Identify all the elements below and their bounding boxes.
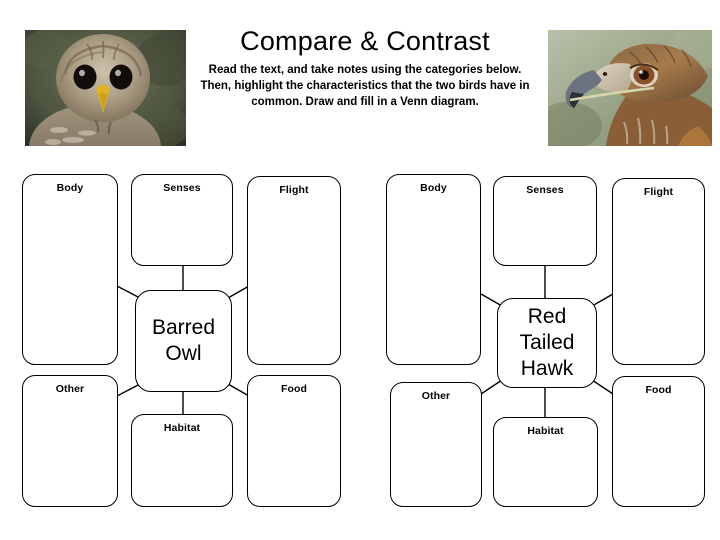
red-tailed-hawk-center-label: Red Tailed Hawk bbox=[519, 305, 575, 380]
barred-owl-flight-box[interactable]: Flight bbox=[247, 176, 341, 365]
red-tailed-hawk-flight-label: Flight bbox=[643, 186, 674, 198]
red-tailed-hawk-habitat-label: Habitat bbox=[527, 425, 564, 437]
barred-owl-center-box[interactable]: Barred Owl bbox=[135, 290, 232, 392]
page-title: Compare & Contrast bbox=[240, 26, 490, 56]
barred-owl-body-box[interactable]: Body bbox=[22, 174, 118, 365]
red-tailed-hawk-senses-box[interactable]: Senses bbox=[493, 176, 597, 266]
red-tailed-hawk-body-label: Body bbox=[420, 182, 447, 194]
red-tailed-hawk-other-box[interactable]: Other bbox=[390, 382, 482, 507]
worksheet-canvas: Compare & Contrast Read the text, and ta… bbox=[0, 0, 720, 540]
red-tailed-hawk-habitat-box[interactable]: Habitat bbox=[493, 417, 598, 507]
red-tailed-hawk-senses-label: Senses bbox=[526, 184, 564, 196]
red-tailed-hawk-food-box[interactable]: Food bbox=[612, 376, 705, 507]
barred-owl-center-label: Barred Owl bbox=[151, 316, 216, 365]
barred-owl-senses-box[interactable]: Senses bbox=[131, 174, 233, 266]
red-tailed-hawk-body-box[interactable]: Body bbox=[386, 174, 481, 365]
barred-owl-food-label: Food bbox=[280, 383, 308, 395]
barred-owl-habitat-box[interactable]: Habitat bbox=[131, 414, 233, 507]
red-tailed-hawk-center-box[interactable]: Red Tailed Hawk bbox=[497, 298, 597, 388]
barred-owl-food-box[interactable]: Food bbox=[247, 375, 341, 507]
red-tailed-hawk-photo bbox=[548, 30, 712, 146]
instructions-text: Read the text, and take notes using the … bbox=[200, 64, 530, 108]
barred-owl-other-box[interactable]: Other bbox=[22, 375, 118, 507]
barred-owl-other-label: Other bbox=[55, 383, 85, 395]
barred-owl-flight-label: Flight bbox=[279, 184, 309, 196]
barred-owl-body-label: Body bbox=[56, 182, 84, 194]
barred-owl-habitat-label: Habitat bbox=[163, 422, 201, 434]
red-tailed-hawk-other-label: Other bbox=[421, 390, 451, 402]
barred-owl-photo bbox=[25, 30, 186, 146]
red-tailed-hawk-food-label: Food bbox=[645, 384, 672, 396]
barred-owl-senses-label: Senses bbox=[163, 182, 201, 194]
red-tailed-hawk-flight-box[interactable]: Flight bbox=[612, 178, 705, 365]
